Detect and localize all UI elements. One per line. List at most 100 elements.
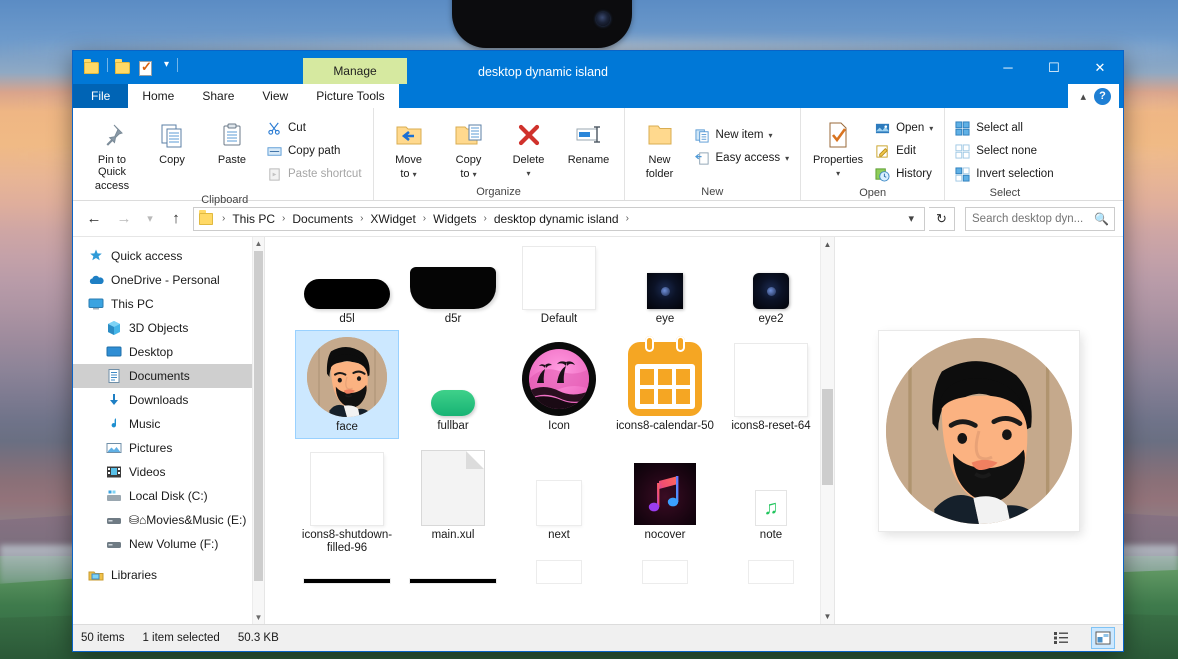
sidebar-item-libraries[interactable]: Libraries <box>73 563 252 587</box>
sidebar-item-new-volume-f[interactable]: New Volume (F:) <box>73 532 252 556</box>
select-all-button[interactable]: Select all <box>951 117 1058 139</box>
scrollbar-thumb[interactable] <box>822 389 833 485</box>
breadcrumb-item-documents[interactable]: Documents <box>288 210 357 228</box>
search-input[interactable] <box>972 212 1090 225</box>
scroll-down-arrow-icon[interactable]: ▼ <box>821 609 834 624</box>
file-item-partial[interactable] <box>507 559 611 587</box>
libraries-icon <box>87 567 104 584</box>
thumbnail-d5r <box>410 267 496 309</box>
file-item-partial[interactable] <box>719 559 823 587</box>
file-item-partial[interactable] <box>613 559 717 587</box>
tab-file[interactable]: File <box>73 84 129 108</box>
file-pane-scrollbar[interactable]: ▲ ▼ <box>820 237 834 624</box>
breadcrumb-item-this-pc[interactable]: This PC <box>228 210 279 228</box>
paste-button[interactable]: Paste <box>203 114 261 166</box>
sidebar-item-desktop[interactable]: Desktop <box>73 340 252 364</box>
search-icon[interactable]: 🔍 <box>1094 212 1109 226</box>
forward-button[interactable]: → <box>111 206 137 232</box>
file-item[interactable]: d5r <box>401 237 505 330</box>
file-item[interactable]: fullbar <box>401 330 505 439</box>
new-folder-button[interactable]: New folder <box>631 114 689 180</box>
new-folder-icon[interactable] <box>115 58 131 76</box>
new-item-button[interactable]: New item ▾ <box>691 124 795 146</box>
file-item[interactable]: icons8-calendar-50 <box>613 330 717 439</box>
history-button[interactable]: History <box>871 163 938 185</box>
file-item[interactable]: nocover <box>613 439 717 559</box>
tab-picture-tools[interactable]: Picture Tools <box>302 84 399 108</box>
large-icons-view-button[interactable] <box>1091 627 1115 649</box>
sidebar-item-this-pc[interactable]: This PC <box>73 292 252 316</box>
tab-share[interactable]: Share <box>188 84 249 108</box>
refresh-button[interactable]: ↻ <box>929 206 955 231</box>
file-item[interactable]: Default <box>507 237 611 330</box>
properties-icon[interactable] <box>139 59 155 76</box>
file-item[interactable]: eye2 <box>719 237 823 330</box>
ribbon-group-new: New folder New item ▾ Easy access ▾ New <box>623 108 801 200</box>
sidebar-item-videos[interactable]: Videos <box>73 460 252 484</box>
scrollbar-thumb[interactable] <box>254 251 263 581</box>
rename-button[interactable]: Rename <box>560 114 618 166</box>
file-item[interactable]: icons8-shutdown-filled-96 <box>295 439 399 559</box>
file-item[interactable]: d5l <box>295 237 399 330</box>
sidebar-item-quick-access[interactable]: Quick access <box>73 244 252 268</box>
up-button[interactable]: ↑ <box>163 206 189 232</box>
minimize-button[interactable]: ─ <box>985 51 1031 84</box>
navigation-pane-scrollbar[interactable]: ▲ ▼ <box>252 237 264 624</box>
scroll-up-arrow-icon[interactable]: ▲ <box>253 237 264 250</box>
file-item[interactable]: next <box>507 439 611 559</box>
copy-path-button[interactable]: Copy path <box>263 140 367 162</box>
back-button[interactable]: ← <box>81 206 107 232</box>
sidebar-item-onedrive[interactable]: OneDrive - Personal <box>73 268 252 292</box>
pin-to-quick-access-button[interactable]: Pin to Quick access <box>83 114 141 192</box>
chevron-down-icon[interactable]: ▾ <box>160 59 173 70</box>
move-to-button[interactable]: Move to ▾ <box>380 114 438 181</box>
file-item-partial[interactable] <box>295 559 399 587</box>
cut-button[interactable]: Cut <box>263 117 367 139</box>
sidebar-item-3d-objects[interactable]: 3D Objects <box>73 316 252 340</box>
file-item[interactable]: icons8-reset-64 <box>719 330 823 439</box>
close-button[interactable]: ✕ <box>1077 51 1123 84</box>
search-box[interactable]: 🔍 <box>965 206 1115 231</box>
invert-selection-button[interactable]: Invert selection <box>951 163 1058 185</box>
file-item-partial[interactable] <box>401 559 505 587</box>
properties-button[interactable]: Properties ▾ <box>807 114 869 180</box>
sidebar-item-pictures[interactable]: Pictures <box>73 436 252 460</box>
select-none-button[interactable]: Select none <box>951 140 1058 162</box>
chevron-up-icon[interactable]: ▴ <box>1080 90 1086 103</box>
window-body: Quick access OneDrive - Personal This PC <box>73 237 1123 624</box>
file-item[interactable]: eye <box>613 237 717 330</box>
chevron-down-icon[interactable]: ▾ <box>900 212 922 225</box>
details-view-button[interactable] <box>1049 627 1073 649</box>
open-button[interactable]: Open ▾ <box>871 117 938 139</box>
maximize-button[interactable]: ☐ <box>1031 51 1077 84</box>
edit-button[interactable]: Edit <box>871 140 938 162</box>
tab-view[interactable]: View <box>248 84 303 108</box>
scroll-up-arrow-icon[interactable]: ▲ <box>821 237 834 252</box>
new-small-buttons: New item ▾ Easy access ▾ <box>691 114 795 169</box>
sidebar-item-local-disk-c[interactable]: Local Disk (C:) <box>73 484 252 508</box>
sidebar-item-downloads[interactable]: Downloads <box>73 388 252 412</box>
folder-icon[interactable] <box>84 58 100 76</box>
file-list-pane[interactable]: d5l d5r Default eye eye2 face fullbar Ic… <box>265 237 835 624</box>
file-item-selected[interactable]: face <box>295 330 399 439</box>
tab-home[interactable]: Home <box>128 84 189 108</box>
sidebar-item-movies-music-e[interactable]: ⛁⌂Movies&Music (E:) <box>73 508 252 532</box>
breadcrumb-item-widgets[interactable]: Widgets <box>429 210 480 228</box>
scroll-down-arrow-icon[interactable]: ▼ <box>253 611 264 624</box>
breadcrumb-item-current[interactable]: desktop dynamic island <box>490 210 623 228</box>
copy-to-button[interactable]: Copy to ▾ <box>440 114 498 181</box>
file-item[interactable]: main.xul <box>401 439 505 559</box>
delete-button[interactable]: Delete ▾ <box>500 114 558 180</box>
contextual-tab-manage[interactable]: Manage <box>303 58 407 84</box>
dynamic-island-widget[interactable] <box>452 0 632 48</box>
sidebar-item-music[interactable]: Music <box>73 412 252 436</box>
breadcrumb[interactable]: › This PC › Documents › XWidget › Widget… <box>193 206 925 231</box>
breadcrumb-item-xwidget[interactable]: XWidget <box>366 210 419 228</box>
file-item[interactable]: Icon <box>507 330 611 439</box>
recent-locations-button[interactable]: ▾ <box>141 206 159 232</box>
easy-access-button[interactable]: Easy access ▾ <box>691 147 795 169</box>
file-item[interactable]: ♫ note <box>719 439 823 559</box>
copy-button[interactable]: Copy <box>143 114 201 166</box>
help-icon[interactable]: ? <box>1094 87 1111 105</box>
sidebar-item-documents[interactable]: Documents <box>73 364 252 388</box>
